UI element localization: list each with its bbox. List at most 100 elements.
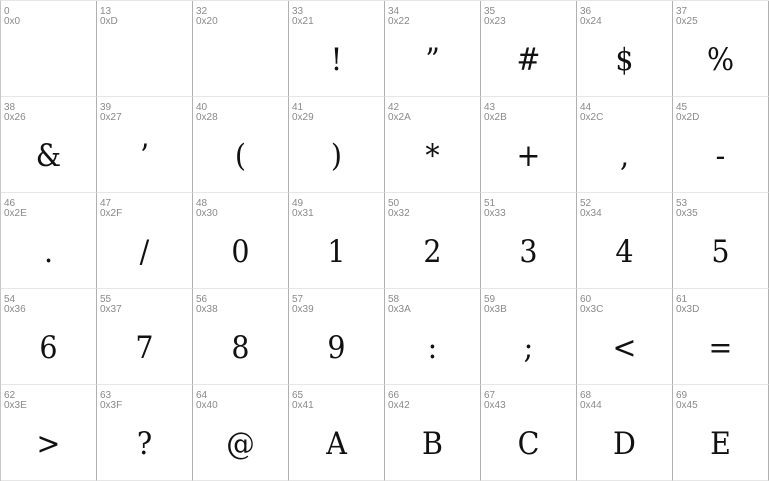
glyph-cell[interactable]: 32 0x20 — [193, 1, 289, 97]
hex-code: 0x34 — [580, 208, 602, 219]
hex-code: 0x2C — [580, 112, 604, 123]
glyph-sample: E — [710, 425, 731, 462]
hex-code: 0x32 — [388, 208, 410, 219]
glyph-cell[interactable]: 51 0x33 3 — [481, 193, 577, 289]
hex-code: 0x2E — [4, 208, 27, 219]
hex-code: 0x33 — [484, 208, 506, 219]
hex-code: 0x26 — [4, 112, 26, 123]
hex-code: 0x25 — [676, 16, 698, 27]
glyph-sample: 4 — [615, 233, 634, 270]
glyph-cell[interactable]: 42 0x2A * — [385, 97, 481, 193]
glyph-cell[interactable]: 33 0x21! — [289, 1, 385, 97]
glyph-sample: @ — [226, 425, 255, 462]
glyph-cell[interactable]: 35 0x23 # — [481, 1, 577, 97]
glyph-sample: ( — [234, 137, 247, 174]
glyph-cell[interactable]: 63 0x3F? — [97, 385, 193, 481]
glyph-sample: B — [422, 425, 443, 462]
hex-code: 0x36 — [4, 304, 26, 315]
glyph-sample: % — [706, 41, 735, 78]
glyph-cell[interactable]: 56 0x38 8 — [193, 289, 289, 385]
glyph-cell[interactable]: 53 0x35 5 — [673, 193, 769, 289]
glyph-sample: 8 — [231, 329, 250, 366]
glyph-cell[interactable]: 65 0x41 A — [289, 385, 385, 481]
glyph-cell[interactable]: 66 0x42 B — [385, 385, 481, 481]
hex-code: 0x22 — [388, 16, 410, 27]
hex-code: 0x21 — [292, 16, 314, 27]
glyph-sample: 2 — [423, 233, 442, 270]
glyph-sample: > — [36, 425, 61, 462]
glyph-cell[interactable]: 45 0x2D - — [673, 97, 769, 193]
glyph-cell[interactable]: 13 0xD — [97, 1, 193, 97]
glyph-cell[interactable]: 52 0x34 4 — [577, 193, 673, 289]
glyph-cell[interactable]: 38 0x26 & — [1, 97, 97, 193]
hex-code: 0x2B — [484, 112, 507, 123]
hex-code: 0x28 — [196, 112, 218, 123]
glyph-sample — [5, 27, 92, 92]
hex-code: 0x29 — [292, 112, 314, 123]
hex-code: 0x3B — [484, 304, 507, 315]
glyph-sample: < — [612, 329, 637, 366]
hex-code: 0x24 — [580, 16, 602, 27]
hex-code: 0x3F — [100, 400, 123, 411]
hex-code: 0x0 — [4, 16, 21, 27]
glyph-cell[interactable]: 69 0x45 E — [673, 385, 769, 481]
glyph-sample: 7 — [135, 329, 154, 366]
glyph-sample: ? — [136, 425, 153, 462]
glyph-sample: 0 — [231, 233, 250, 270]
glyph-sample: & — [35, 137, 62, 174]
glyph-cell[interactable]: 67 0x43 C — [481, 385, 577, 481]
glyph-cell[interactable]: 37 0x25% — [673, 1, 769, 97]
glyph-sample — [197, 27, 284, 92]
glyph-sample: 6 — [39, 329, 58, 366]
hex-code: 0x43 — [484, 400, 506, 411]
hex-code: 0x20 — [196, 16, 218, 27]
glyph-cell[interactable]: 44 0x2C, — [577, 97, 673, 193]
glyph-cell[interactable]: 36 0x24 $ — [577, 1, 673, 97]
glyph-sample: 1 — [327, 233, 346, 270]
glyph-sample: . — [43, 233, 54, 270]
glyph-cell[interactable]: 41 0x29) — [289, 97, 385, 193]
glyph-sample: 5 — [711, 233, 730, 270]
glyph-cell[interactable]: 55 0x37 7 — [97, 289, 193, 385]
glyph-cell[interactable]: 54 0x36 6 — [1, 289, 97, 385]
glyph-cell[interactable]: 62 0x3E > — [1, 385, 97, 481]
glyph-sample: 9 — [327, 329, 346, 366]
glyph-sample: ” — [425, 41, 440, 78]
glyph-grid: 0 0x0 13 0xD 32 0x20 33 0x21! 34 0x22” 35 0x23… — [0, 0, 769, 481]
glyph-cell[interactable]: 57 0x39 9 — [289, 289, 385, 385]
glyph-sample: , — [619, 137, 630, 174]
glyph-cell[interactable]: 48 0x30 0 — [193, 193, 289, 289]
glyph-cell[interactable]: 68 0x44 D — [577, 385, 673, 481]
glyph-cell[interactable]: 50 0x32 2 — [385, 193, 481, 289]
glyph-cell[interactable]: 58 0x3A: — [385, 289, 481, 385]
glyph-cell[interactable]: 60 0x3C < — [577, 289, 673, 385]
glyph-cell[interactable]: 61 0x3D = — [673, 289, 769, 385]
glyph-cell[interactable]: 39 0x27’ — [97, 97, 193, 193]
glyph-cell[interactable]: 0 0x0 — [1, 1, 97, 97]
hex-code: 0x23 — [484, 16, 506, 27]
glyph-cell[interactable]: 47 0x2F / — [97, 193, 193, 289]
glyph-cell[interactable]: 43 0x2B + — [481, 97, 577, 193]
hex-code: 0x30 — [196, 208, 218, 219]
hex-code: 0x3E — [4, 400, 27, 411]
hex-code: 0x3C — [580, 304, 604, 315]
glyph-cell[interactable]: 49 0x31 1 — [289, 193, 385, 289]
glyph-sample — [101, 27, 188, 92]
glyph-sample: A — [326, 425, 347, 462]
glyph-sample: : — [427, 329, 438, 366]
glyph-cell[interactable]: 46 0x2E. — [1, 193, 97, 289]
glyph-sample: # — [516, 41, 541, 78]
hex-code: 0x31 — [292, 208, 314, 219]
glyph-cell[interactable]: 59 0x3B; — [481, 289, 577, 385]
glyph-cell[interactable]: 64 0x40 @ — [193, 385, 289, 481]
hex-code: 0x45 — [676, 400, 698, 411]
hex-code: 0x38 — [196, 304, 218, 315]
hex-code: 0x35 — [676, 208, 698, 219]
hex-code: 0x44 — [580, 400, 602, 411]
hex-code: 0x2D — [676, 112, 700, 123]
glyph-cell[interactable]: 40 0x28( — [193, 97, 289, 193]
glyph-cell[interactable]: 34 0x22” — [385, 1, 481, 97]
hex-code: 0x37 — [100, 304, 122, 315]
hex-code: 0x2F — [100, 208, 123, 219]
hex-code: 0x39 — [292, 304, 314, 315]
